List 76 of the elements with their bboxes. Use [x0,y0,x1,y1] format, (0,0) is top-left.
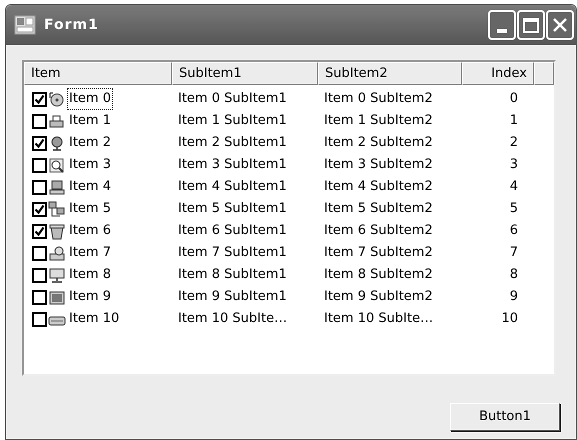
table-cell-text: Item 8 SubItem1 [177,266,288,284]
item-label[interactable]: Item 9 [67,286,113,308]
table-cell-text: 3 [508,156,519,174]
table-cell-text: Item 6 SubItem2 [323,222,434,240]
monitor-icon [48,266,66,284]
table-cell-text: Item 2 SubItem1 [177,134,288,152]
table-cell-text: Item 5 SubItem1 [177,200,288,218]
checkbox[interactable] [32,180,47,194]
table-cell-text: 7 [508,244,519,262]
checkbox[interactable] [32,158,47,172]
table-cell-text: Item 1 SubItem2 [323,112,434,130]
table-cell-text: 10 [500,310,519,328]
table-cell-text: Item 10 SubIte… [323,310,434,328]
checkbox[interactable] [32,92,47,106]
table-cell-text: 0 [508,90,519,108]
item-label[interactable]: Item 8 [67,264,113,286]
table-cell-text: Item 3 SubItem1 [177,156,288,174]
item-label[interactable]: Item 5 [67,198,113,220]
network-icon [48,200,66,218]
table-cell-text: Item 4 SubItem1 [177,178,288,196]
column-header[interactable]: SubItem1 [172,62,318,85]
minimize-icon [497,29,507,33]
maximize-button[interactable] [517,10,545,40]
app-icon [14,15,36,35]
checkbox[interactable] [32,114,47,128]
item-label[interactable]: Item 10 [67,308,122,330]
table-cell-text: Item 3 SubItem2 [323,156,434,174]
table-cell-text: Item 9 SubItem2 [323,288,434,306]
table-cell-text: 4 [508,178,519,196]
item-label[interactable]: Item 0 [67,88,113,110]
item-label[interactable]: Item 2 [67,132,113,154]
table-cell-text: 5 [508,200,519,218]
checkbox[interactable] [32,312,47,326]
table-cell-text: Item 1 SubItem1 [177,112,288,130]
item-label[interactable]: Item 1 [67,110,113,132]
checkbox[interactable] [32,268,47,282]
maximize-icon [523,18,539,32]
table-cell-text: 9 [508,288,519,306]
column-header[interactable]: Index [462,62,534,85]
table-cell-text: 1 [508,112,519,130]
table-cell-text: Item 4 SubItem2 [323,178,434,196]
checkbox[interactable] [32,246,47,260]
table-cell-text: Item 10 SubIte… [177,310,288,328]
checkbox[interactable] [32,290,47,304]
minimize-button[interactable] [488,10,516,40]
bin-icon [48,222,66,240]
table-cell-text: 6 [508,222,519,240]
computer-icon [48,178,66,196]
table-cell-text: Item 7 SubItem2 [323,244,434,262]
item-label[interactable]: Item 7 [67,242,113,264]
printer-icon [48,112,66,130]
column-header[interactable]: SubItem2 [318,62,462,85]
table-cell-text: Item 6 SubItem1 [177,222,288,240]
close-button[interactable] [546,10,574,40]
item-label[interactable]: Item 6 [67,220,113,242]
button[interactable]: Button1 [450,403,560,431]
table-cell-text: Item 8 SubItem2 [323,266,434,284]
magnifier-icon [48,156,66,174]
table-cell-text: Item 0 SubItem2 [323,90,434,108]
table-cell-text: Item 9 SubItem1 [177,288,288,306]
table-cell-text: Item 2 SubItem2 [323,134,434,152]
item-label[interactable]: Item 3 [67,154,113,176]
table-cell-text: Item 5 SubItem2 [323,200,434,218]
table-cell-text: Item 0 SubItem1 [177,90,288,108]
disc-icon [48,90,66,108]
picture-frame-icon [48,288,66,306]
column-header[interactable]: Item [24,62,172,85]
close-icon [552,17,568,33]
item-label[interactable]: Item 4 [67,176,113,198]
table-cell-text: 8 [508,266,519,284]
window-title: Form1 [44,16,100,34]
checkbox[interactable] [32,136,47,150]
table-cell-text: Item 7 SubItem1 [177,244,288,262]
checkbox[interactable] [32,202,47,216]
checkbox[interactable] [32,224,47,238]
table-cell-text: 2 [508,134,519,152]
